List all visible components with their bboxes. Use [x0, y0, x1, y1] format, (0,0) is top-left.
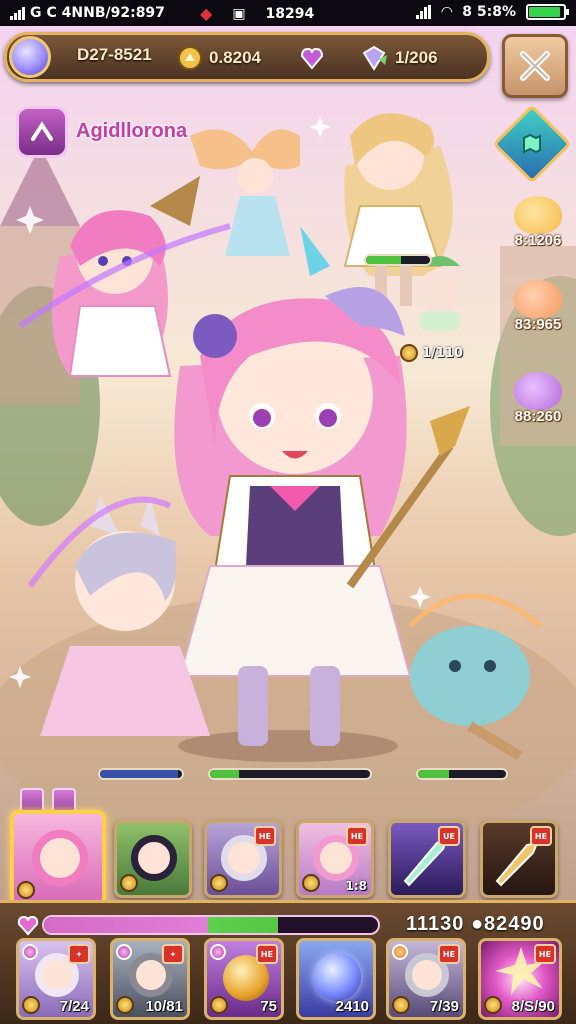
badge: ✦ — [68, 944, 90, 964]
resource-1-value: D27-8521 — [77, 45, 152, 64]
level-tag-text: 1/110 — [422, 345, 463, 361]
close-icon — [520, 51, 550, 81]
xp-value: 11130 ●82490 — [406, 913, 545, 935]
badge: НЕ — [346, 826, 368, 846]
status-bar: G C 4NNB/92:897 ◆ ▣ 18294 ◠ 8 5:8% — [0, 0, 576, 26]
team-slot-4[interactable]: НЕ 1:8 — [296, 820, 374, 898]
card-3-count: 75 — [260, 998, 277, 1015]
battle-scene: 1/110 — [0, 26, 576, 900]
fire-element-icon — [17, 881, 35, 899]
resource-2: 0.8204 — [177, 45, 261, 71]
pink-mage-portrait — [32, 830, 88, 886]
coin-icon — [116, 996, 134, 1014]
enemy-hp-bar — [416, 768, 508, 780]
team-slots: НЕ НЕ 1:8 UE НЕ — [0, 810, 576, 906]
sim-icon: ▣ — [232, 5, 246, 22]
side-reward-1-value: 8:1206 — [514, 232, 562, 249]
orange-orb-icon — [392, 944, 408, 960]
card-1[interactable]: ✦ 7/24 — [16, 938, 96, 1020]
resource-3-value: 1/206 — [395, 48, 438, 67]
coin-icon — [484, 996, 502, 1014]
ally-hp-bar — [364, 254, 432, 266]
crystal-gem-icon — [362, 45, 387, 71]
side-reward-2-value: 83:965 — [514, 316, 562, 333]
card-4[interactable]: 2410 — [296, 938, 376, 1020]
back-button[interactable] — [16, 106, 68, 158]
cell-signal-icon — [416, 5, 432, 19]
status-center-text: 18294 — [265, 5, 315, 22]
card-6[interactable]: НЕ 8/S/90 — [478, 938, 562, 1020]
card-6-count: 8/S/90 — [511, 998, 555, 1015]
card-2[interactable]: ✦ 10/81 — [110, 938, 190, 1020]
card-1-count: 7/24 — [59, 998, 89, 1015]
winged-fairy-ally — [190, 129, 300, 256]
notification-icon: ◆ — [200, 4, 213, 23]
mana-bar — [98, 768, 184, 780]
pink-orb-icon — [22, 944, 38, 960]
pink-orb-icon — [116, 944, 132, 960]
blue-orb-icon — [313, 953, 361, 1001]
team-slot-6[interactable]: НЕ — [480, 820, 558, 898]
dark-hair-hero-portrait — [131, 835, 177, 881]
team-slot-5[interactable]: UE — [388, 820, 466, 898]
yellow-slime-icon — [514, 196, 562, 234]
xp-row: 11130 ●82490 — [14, 911, 570, 939]
coin-icon — [392, 996, 410, 1014]
map-icon — [523, 133, 541, 154]
card-2-count: 10/81 — [145, 998, 183, 1015]
close-button[interactable] — [502, 34, 568, 98]
hero-name: Agidllorona — [76, 120, 188, 142]
level-coin-icon — [400, 344, 418, 362]
battery-icon — [526, 4, 569, 20]
side-reward-3[interactable]: 88:260 — [506, 372, 570, 428]
side-reward-3-value: 88:260 — [514, 408, 562, 425]
wifi-icon: ◠ — [441, 4, 453, 20]
side-reward-2[interactable]: 83:965 — [506, 280, 570, 336]
resource-2-value: 0.8204 — [209, 48, 261, 67]
card-5[interactable]: НЕ 7/39 — [386, 938, 466, 1020]
element-icon — [302, 874, 320, 892]
team-slot-1[interactable] — [10, 810, 106, 906]
element-icon — [120, 874, 138, 892]
coin-icon — [22, 996, 40, 1014]
gold-ticket-icon — [178, 46, 202, 70]
element-icon — [210, 874, 228, 892]
level-tag: 1/110 — [400, 344, 463, 362]
heart-gem-icon — [300, 47, 324, 70]
carrier-text: C 4NNB/92:897 — [46, 5, 165, 21]
slot-number: 1:8 — [345, 879, 368, 893]
team-slot-2[interactable] — [114, 820, 192, 898]
signal-icon — [10, 6, 25, 20]
xp-bar — [42, 915, 380, 935]
team-slot-3[interactable]: НЕ — [204, 820, 282, 898]
resource-3: 1/206 — [299, 45, 438, 71]
badge: НЕ — [534, 944, 556, 964]
pink-orb-icon — [210, 944, 226, 960]
purple-slime-icon — [514, 372, 562, 410]
badge: UE — [438, 826, 460, 846]
status-left-text: G — [30, 5, 42, 21]
badge: НЕ — [254, 826, 276, 846]
card-4-count: 2410 — [335, 998, 369, 1015]
heart-icon — [17, 915, 39, 936]
side-reward-1[interactable]: 8:1206 — [506, 196, 570, 252]
orange-slime-icon — [514, 280, 562, 318]
chevron-up-icon — [31, 121, 53, 141]
hero-hp-bar — [208, 768, 372, 780]
badge: НЕ — [256, 944, 278, 964]
coin-icon — [210, 996, 228, 1014]
badge: НЕ — [438, 944, 460, 964]
resource-1: D27-8521 — [77, 45, 152, 65]
badge: НЕ — [530, 826, 552, 846]
card-5-count: 7/39 — [429, 998, 459, 1015]
resource-bar: D27-8521 0.8204 1/206 — [4, 32, 490, 82]
card-3[interactable]: НЕ 75 — [204, 938, 284, 1020]
premium-gem-icon[interactable] — [9, 36, 51, 78]
battery-text: 8 5:8% — [462, 4, 516, 20]
badge: ✦ — [162, 944, 184, 964]
